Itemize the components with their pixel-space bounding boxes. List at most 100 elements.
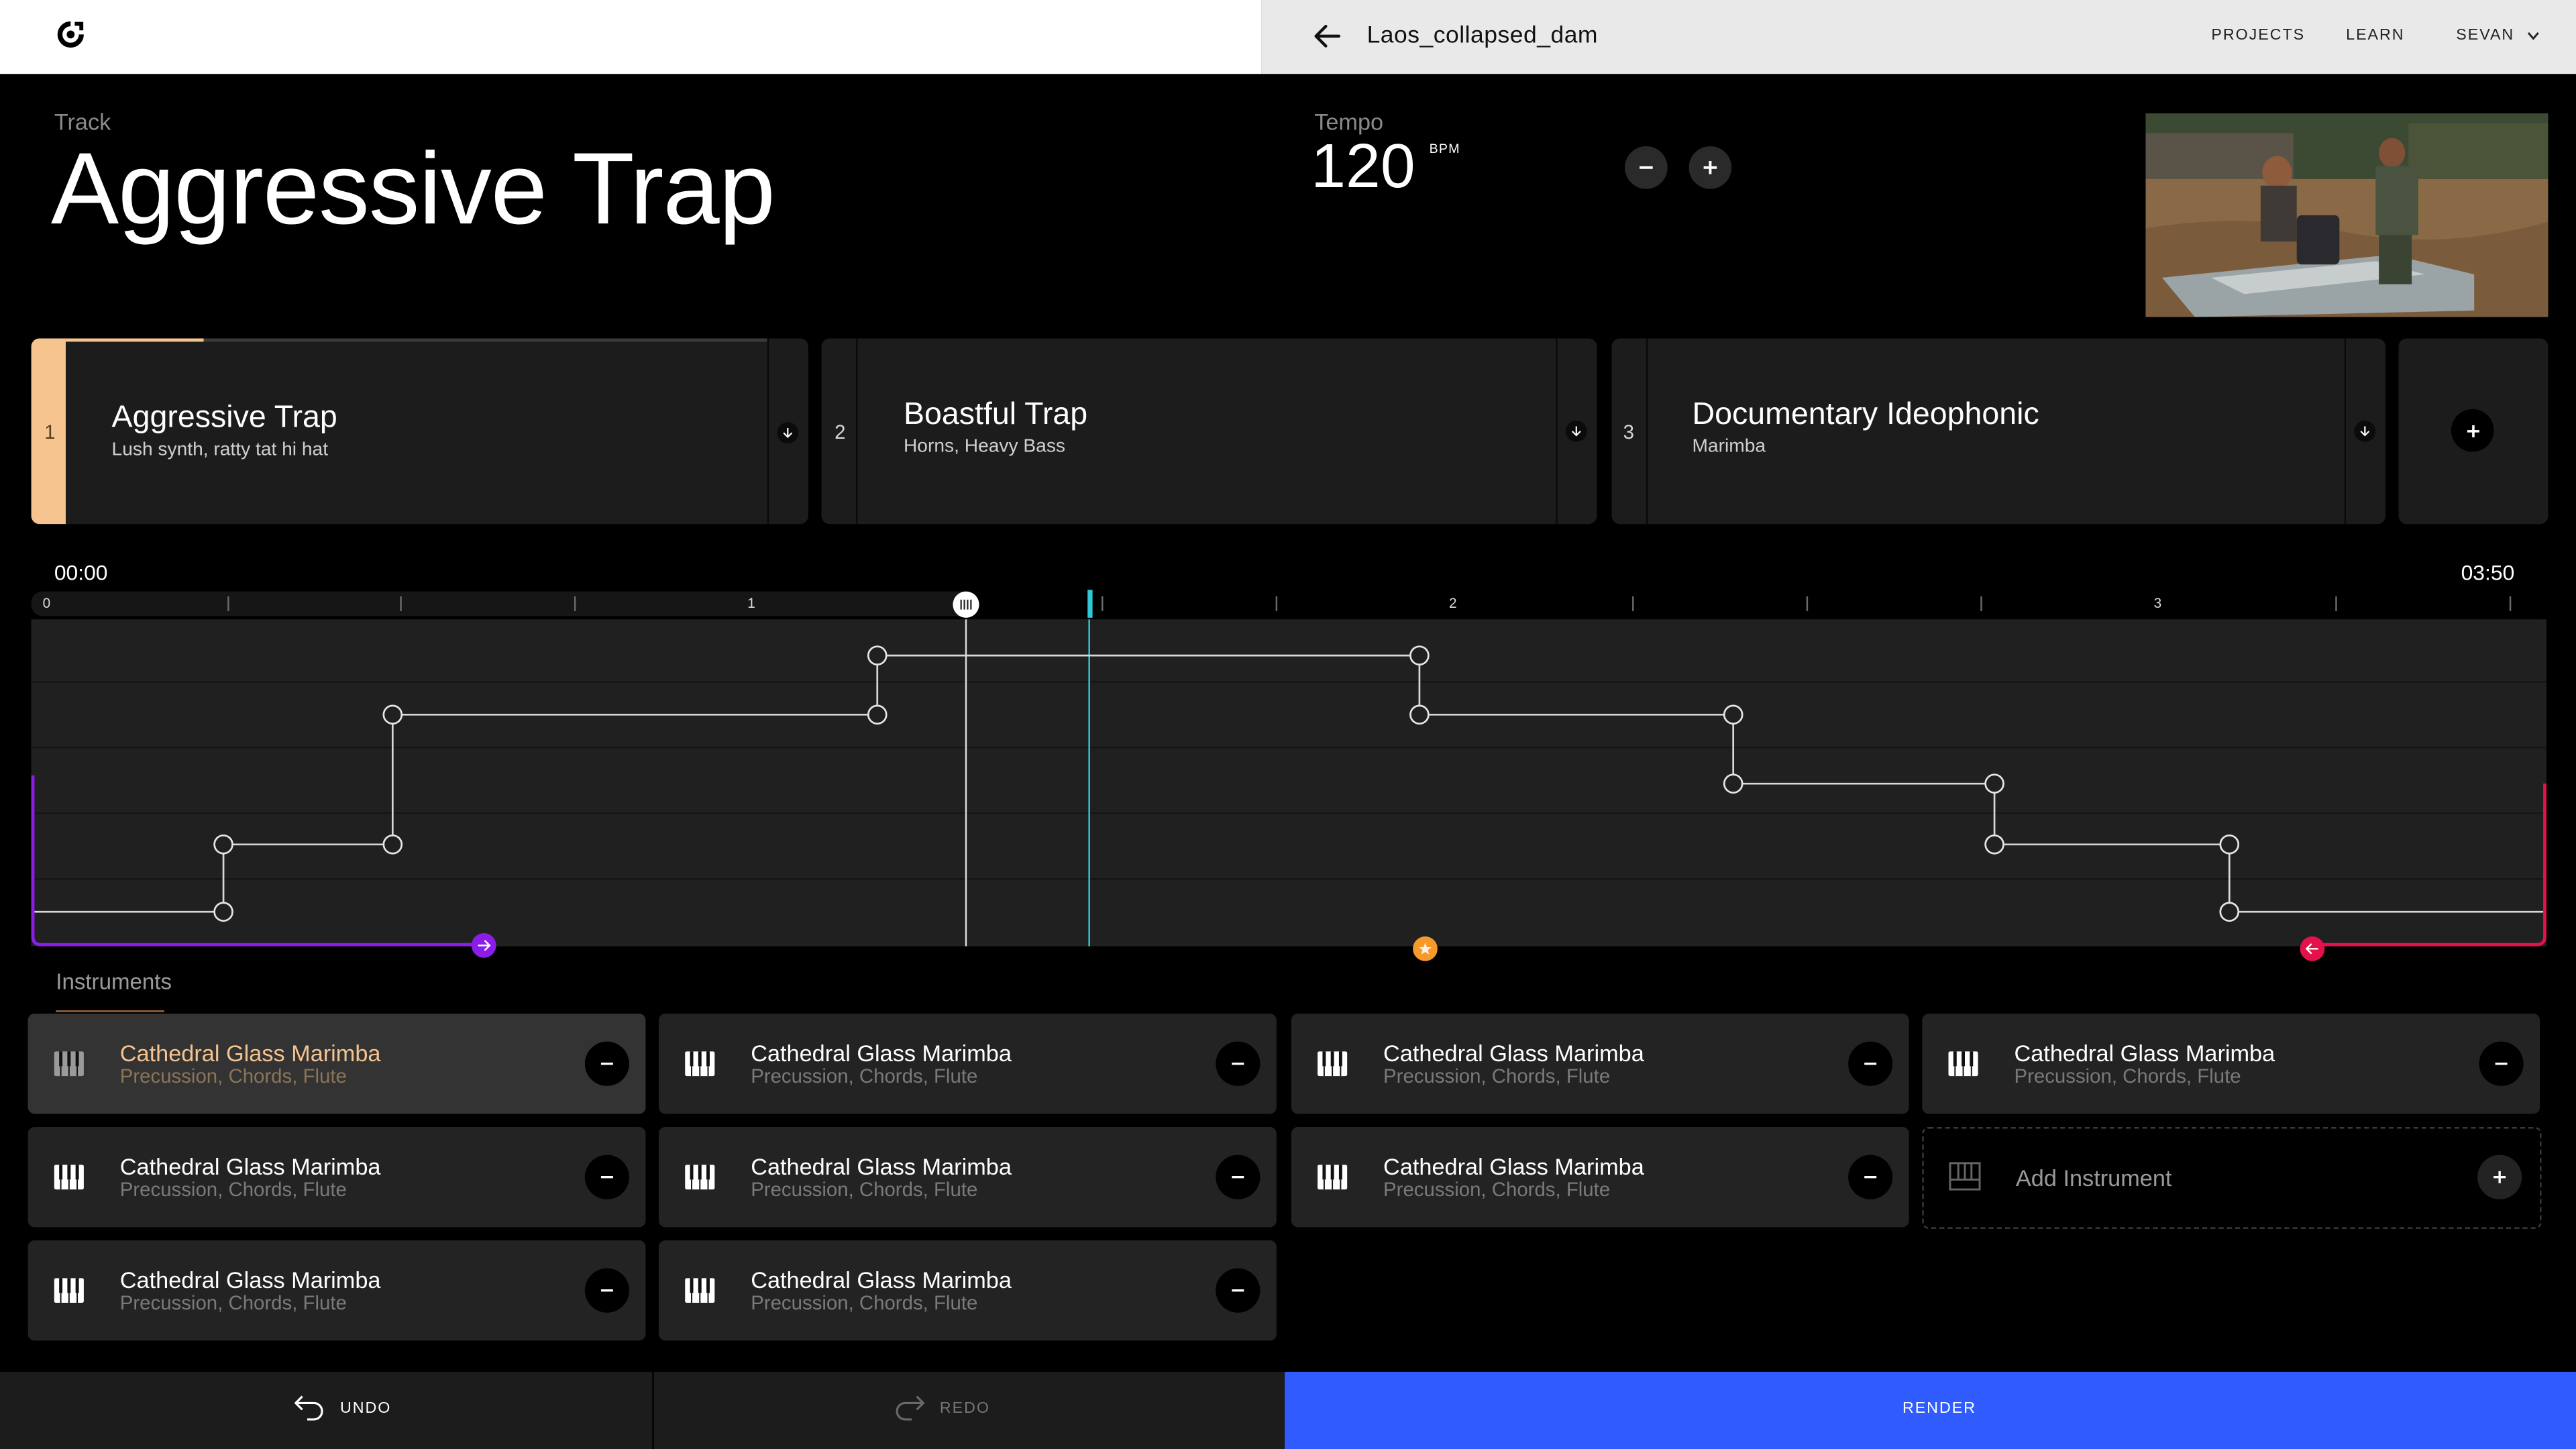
instrument-card[interactable]: Cathedral Glass MarimbaPrecussion, Chord… — [659, 1014, 1277, 1114]
section-divider — [2344, 338, 2347, 525]
instrument-card[interactable]: Cathedral Glass MarimbaPrecussion, Chord… — [1922, 1014, 2540, 1114]
ruler-label: 0 — [42, 594, 51, 612]
instrument-name: Cathedral Glass Marimba — [119, 1153, 381, 1180]
redo-button[interactable]: REDO — [653, 1371, 1285, 1449]
section-subtitle: Marimba — [1692, 437, 1766, 457]
intensity-graph[interactable] — [31, 619, 2546, 947]
piano-keys-icon — [1948, 1051, 1978, 1077]
remove-instrument-button[interactable] — [1216, 1155, 1260, 1199]
render-button[interactable]: RENDER — [1285, 1371, 2576, 1449]
remove-instrument-button[interactable] — [2479, 1041, 2524, 1086]
section-download-button[interactable] — [1565, 420, 1587, 442]
playhead-marker[interactable] — [1087, 590, 1093, 618]
instrument-card[interactable]: Cathedral Glass MarimbaPrecussion, Chord… — [659, 1127, 1277, 1228]
section-number: 3 — [1623, 420, 1634, 444]
instrument-name: Cathedral Glass Marimba — [1383, 1153, 1644, 1180]
instrument-tags: Precussion, Chords, Flute — [1383, 1177, 1611, 1201]
section-card-1[interactable]: 1 Aggressive Trap Lush synth, ratty tat … — [31, 338, 808, 525]
undo-icon — [294, 1395, 323, 1421]
plus-icon — [2493, 1171, 2506, 1183]
remove-instrument-button[interactable] — [1848, 1155, 1893, 1199]
intensity-curve[interactable] — [31, 619, 2546, 947]
minus-icon — [2495, 1063, 2508, 1065]
section-card-3[interactable]: 3 Documentary Ideophonic Marimba — [1611, 338, 2385, 525]
tempo-increase-button[interactable] — [1688, 146, 1732, 189]
topbar-right: Laos_collapsed_dam PROJECTS LEARN SEVAN — [1261, 0, 2576, 74]
plus-icon — [1703, 161, 1717, 174]
section-divider — [855, 338, 858, 525]
star-icon — [1419, 943, 1432, 955]
piano-keys-icon — [54, 1278, 84, 1303]
arrow-down-icon — [1571, 426, 1581, 437]
highlight-marker-handle[interactable] — [1413, 936, 1438, 961]
plus-icon — [2466, 424, 2479, 437]
arrow-down-icon — [783, 427, 793, 438]
section-number: 1 — [44, 420, 56, 444]
instrument-card[interactable]: Cathedral Glass MarimbaPrecussion, Chord… — [28, 1127, 646, 1228]
undo-label: UNDO — [339, 1399, 392, 1418]
arrow-down-icon — [2360, 426, 2370, 437]
nav-learn[interactable]: LEARN — [2346, 26, 2404, 44]
instrument-card[interactable]: Cathedral Glass MarimbaPrecussion, Chord… — [659, 1240, 1277, 1341]
timeline-start-time: 00:00 — [54, 560, 108, 585]
back-arrow-icon[interactable] — [1311, 19, 1344, 52]
piano-keys-icon — [685, 1165, 715, 1190]
video-thumbnail[interactable] — [2145, 113, 2548, 317]
section-number: 2 — [835, 420, 846, 444]
minus-icon — [1232, 1176, 1244, 1179]
instrument-tags: Precussion, Chords, Flute — [751, 1177, 978, 1201]
ruler-label: 1 — [747, 594, 755, 612]
ruler-label: 2 — [1449, 594, 1457, 612]
piano-keys-icon — [685, 1278, 715, 1303]
instrument-name: Cathedral Glass Marimba — [1383, 1040, 1644, 1067]
section-progress-track — [203, 338, 767, 342]
remove-instrument-button[interactable] — [1216, 1041, 1260, 1086]
project-name: Laos_collapsed_dam — [1366, 23, 1599, 50]
arrow-left-icon — [2305, 943, 2318, 955]
remove-instrument-button[interactable] — [584, 1268, 629, 1313]
instrument-card[interactable]: Cathedral Glass MarimbaPrecussion, Chord… — [1291, 1127, 1909, 1228]
instruments-label: Instruments — [56, 969, 172, 994]
undo-button[interactable]: UNDO — [0, 1371, 653, 1449]
piano-keys-icon — [685, 1051, 715, 1077]
remove-instrument-button[interactable] — [1216, 1268, 1260, 1313]
intro-handle[interactable] — [471, 933, 496, 958]
nav-projects[interactable]: PROJECTS — [2211, 26, 2305, 44]
instrument-card[interactable]: Cathedral Glass MarimbaPrecussion, Chord… — [1291, 1014, 1909, 1114]
add-section-button[interactable] — [2451, 409, 2494, 452]
nav-user-menu[interactable]: SEVAN — [2456, 26, 2514, 44]
section-card-2[interactable]: 2 Boastful Trap Horns, Heavy Bass — [821, 338, 1597, 525]
app-logo-icon[interactable] — [56, 19, 85, 49]
minus-icon — [1864, 1176, 1877, 1179]
minus-icon — [1640, 166, 1653, 169]
instrument-name: Cathedral Glass Marimba — [751, 1040, 1012, 1067]
topbar-left — [0, 0, 1262, 74]
instrument-card[interactable]: Cathedral Glass MarimbaPrecussion, Chord… — [28, 1240, 646, 1341]
add-instrument-card[interactable]: Add Instrument — [1922, 1127, 2542, 1229]
section-download-button[interactable] — [2354, 420, 2376, 442]
timeline-ruler[interactable]: 0 1 2 3 — [31, 590, 2546, 618]
instrument-tags: Precussion, Chords, Flute — [119, 1291, 347, 1315]
outro-handle[interactable] — [2300, 936, 2325, 961]
remove-instrument-button[interactable] — [584, 1041, 629, 1086]
ruler-ticks — [227, 596, 2512, 612]
section-download-button[interactable] — [777, 422, 799, 444]
tempo-decrease-button[interactable] — [1625, 146, 1668, 189]
playhead-handle[interactable] — [953, 591, 979, 618]
remove-instrument-button[interactable] — [1848, 1041, 1893, 1086]
instrument-tags: Precussion, Chords, Flute — [1383, 1064, 1611, 1088]
redo-icon — [896, 1395, 924, 1421]
instrument-card[interactable]: Cathedral Glass MarimbaPrecussion, Chord… — [28, 1014, 646, 1114]
chevron-down-icon[interactable] — [2527, 32, 2540, 42]
add-section-card[interactable] — [2398, 338, 2548, 525]
section-progress-bar — [65, 338, 204, 342]
remove-instrument-button[interactable] — [584, 1155, 629, 1199]
section-divider — [1556, 338, 1558, 525]
add-instrument-button[interactable] — [2477, 1155, 2522, 1199]
timeline-end-time: 03:50 — [2461, 560, 2515, 585]
instrument-tags: Precussion, Chords, Flute — [751, 1291, 978, 1315]
track-title: Aggressive Trap — [50, 133, 775, 247]
minus-icon — [600, 1289, 613, 1292]
instrument-name: Cathedral Glass Marimba — [751, 1267, 1012, 1293]
instrument-tags: Precussion, Chords, Flute — [2014, 1064, 2241, 1088]
